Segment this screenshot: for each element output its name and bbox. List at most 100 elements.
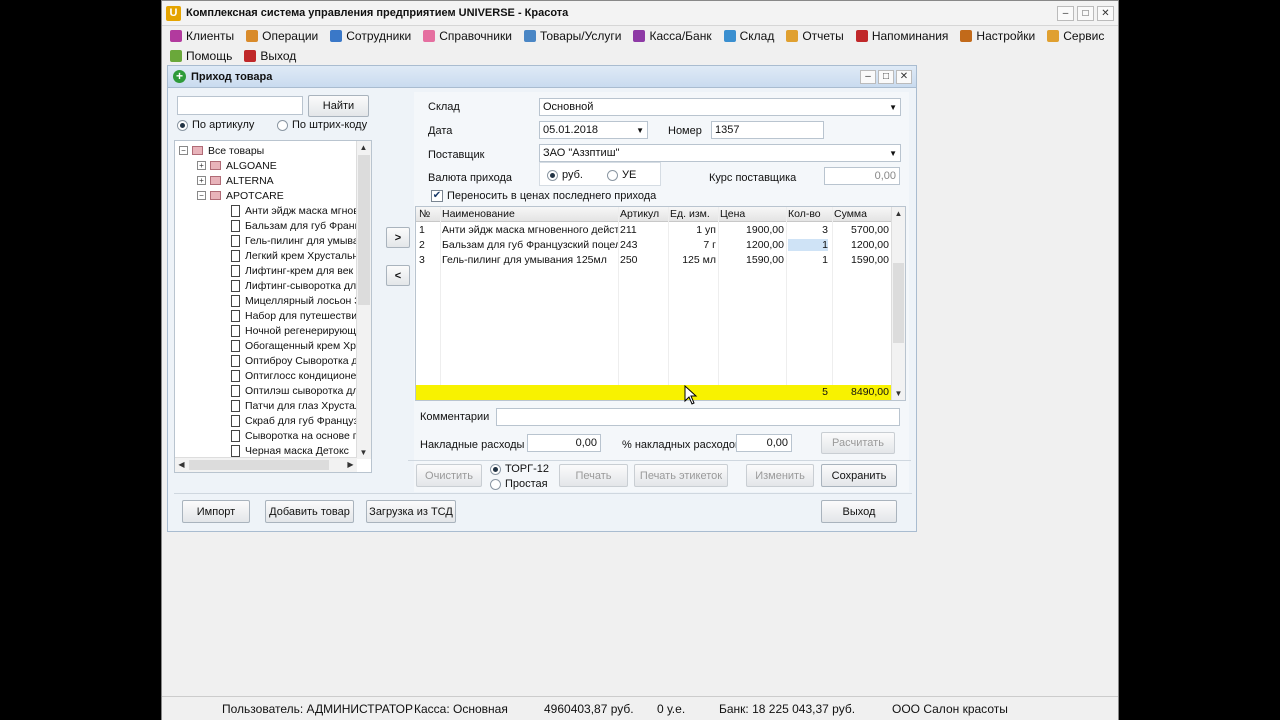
print-button[interactable]: Печать bbox=[559, 464, 628, 487]
tree-item[interactable]: Ночной регенерирующий крем bbox=[231, 323, 357, 338]
column-header[interactable]: Сумма bbox=[834, 208, 867, 220]
find-button[interactable]: Найти bbox=[308, 95, 369, 117]
print-labels-button[interactable]: Печать этикеток bbox=[634, 464, 728, 487]
scroll-thumb[interactable] bbox=[189, 460, 329, 470]
menu-item-8[interactable]: Напоминания bbox=[855, 27, 948, 44]
torg12-radio[interactable]: ТОРГ-12 bbox=[490, 463, 549, 475]
tree-item[interactable]: Сыворотка на основе пептидов bbox=[231, 428, 357, 443]
radio-by-article[interactable]: По артикулу bbox=[177, 119, 254, 131]
tree-item[interactable]: Мицеллярный лосьон 3 в 1 bbox=[231, 293, 357, 308]
collapse-icon[interactable]: − bbox=[179, 146, 188, 155]
column-header[interactable]: № bbox=[419, 208, 430, 220]
column-header[interactable]: Наименование bbox=[442, 208, 515, 220]
radio-by-barcode[interactable]: По штрих-коду bbox=[277, 119, 367, 131]
scroll-up-icon[interactable]: ▲ bbox=[892, 207, 905, 220]
overhead-pct-input[interactable]: 0,00 bbox=[736, 434, 792, 452]
tree-item[interactable]: Оптиброу Сыворотка для бровей bbox=[231, 353, 357, 368]
scroll-left-icon[interactable]: ◀ bbox=[175, 458, 188, 471]
tree-item[interactable]: Черная маска Детокс bbox=[231, 443, 349, 458]
tree-item[interactable]: Набор для путешествий bbox=[231, 308, 357, 323]
collapse-icon[interactable]: − bbox=[197, 191, 206, 200]
minimize-icon[interactable]: – bbox=[1057, 5, 1074, 21]
cell-qty[interactable]: 3 bbox=[788, 224, 828, 236]
expand-icon[interactable]: + bbox=[197, 161, 206, 170]
scroll-down-icon[interactable]: ▼ bbox=[892, 387, 905, 400]
menu-item-5[interactable]: Касса/Банк bbox=[633, 27, 712, 44]
load-tsd-button[interactable]: Загрузка из ТСД bbox=[366, 500, 456, 523]
last-prices-checkbox[interactable]: ✔ bbox=[431, 190, 443, 202]
column-header[interactable]: Ед. изм. bbox=[670, 208, 710, 220]
menu-item-1[interactable]: Операции bbox=[246, 27, 318, 44]
remove-from-receipt-button[interactable]: < bbox=[386, 265, 410, 286]
window-restore-icon[interactable]: □ bbox=[878, 69, 894, 84]
grid-vertical-scrollbar[interactable]: ▲ ▼ bbox=[891, 207, 905, 400]
tree-item[interactable]: Скраб для губ Французский поцелуй bbox=[231, 413, 357, 428]
tree-item[interactable]: Лифтинг-крем для век bbox=[231, 263, 353, 278]
search-input[interactable] bbox=[177, 96, 303, 115]
column-header[interactable]: Кол-во bbox=[788, 208, 821, 220]
menu-item-0[interactable]: Клиенты bbox=[170, 27, 234, 44]
close-icon[interactable]: ✕ bbox=[1097, 5, 1114, 21]
menu-item-2[interactable]: Сотрудники bbox=[330, 27, 411, 44]
tree-horizontal-scrollbar[interactable]: ◀ ▶ bbox=[175, 457, 357, 472]
exit-button[interactable]: Выход bbox=[821, 500, 897, 523]
warehouse-select[interactable]: Основной ▼ bbox=[539, 98, 901, 116]
menu-item-10[interactable]: Сервис bbox=[1047, 27, 1104, 44]
menu-item-6[interactable]: Склад bbox=[723, 27, 774, 44]
tree-item[interactable]: Анти эйдж маска мгновенного действия bbox=[231, 203, 357, 218]
column-header[interactable]: Цена bbox=[720, 208, 745, 220]
window-close-icon[interactable]: ✕ bbox=[896, 69, 912, 84]
cell-qty[interactable]: 1 bbox=[788, 254, 828, 266]
tree-item[interactable]: Гель-пилинг для умывания bbox=[231, 233, 357, 248]
date-picker[interactable]: 05.01.2018 ▼ bbox=[539, 121, 648, 139]
table-row[interactable]: 3 Гель-пилинг для умывания 125мл 250 125 мл… bbox=[416, 253, 893, 268]
menu-item-7[interactable]: Отчеты bbox=[786, 27, 844, 44]
currency-rub-radio[interactable]: руб. bbox=[547, 169, 583, 181]
save-button[interactable]: Сохранить bbox=[821, 464, 897, 487]
expand-icon[interactable]: + bbox=[197, 176, 206, 185]
tree-item[interactable]: Легкий крем Хрустальная свежесть bbox=[231, 248, 357, 263]
number-input[interactable]: 1357 bbox=[711, 121, 824, 139]
tree-group[interactable]: + ALTERNA bbox=[197, 173, 274, 188]
change-button[interactable]: Изменить bbox=[746, 464, 814, 487]
scroll-right-icon[interactable]: ▶ bbox=[344, 458, 357, 471]
supplier-rate-input[interactable]: 0,00 bbox=[824, 167, 900, 185]
add-product-button[interactable]: Добавить товар bbox=[265, 500, 354, 523]
supplier-select[interactable]: ЗАО "Аззптиш" ▼ bbox=[539, 144, 901, 162]
table-row[interactable]: 1 Анти эйдж маска мгновенного действия 211… bbox=[416, 223, 893, 238]
comment-input[interactable] bbox=[496, 408, 900, 426]
import-button[interactable]: Импорт bbox=[182, 500, 250, 523]
tree-group[interactable]: + ALGOANE bbox=[197, 158, 277, 173]
product-tree[interactable]: − Все товары + ALGOANE + ALTERNA − APOTCARE Анти… bbox=[174, 140, 372, 473]
scroll-thumb[interactable] bbox=[358, 155, 370, 305]
menu-item-4[interactable]: Товары/Услуги bbox=[523, 27, 621, 44]
column-header[interactable]: Артикул bbox=[620, 208, 659, 220]
tree-item[interactable]: Оптиглосс кондиционер для губ bbox=[231, 368, 357, 383]
scroll-thumb[interactable] bbox=[893, 263, 904, 343]
window-minimize-icon[interactable]: – bbox=[860, 69, 876, 84]
calculate-button[interactable]: Расчитать bbox=[821, 432, 895, 454]
menu-item-11[interactable]: Помощь bbox=[170, 47, 232, 64]
overhead-input[interactable]: 0,00 bbox=[527, 434, 601, 452]
tree-item[interactable]: Бальзам для губ Французский поцелуй bbox=[231, 218, 357, 233]
clear-button[interactable]: Очистить bbox=[416, 464, 482, 487]
table-row[interactable]: 2 Бальзам для губ Французский поцелуй 243 7… bbox=[416, 238, 893, 253]
tree-item[interactable]: Лифтинг-сыворотка для лица bbox=[231, 278, 357, 293]
add-to-receipt-button[interactable]: > bbox=[386, 227, 410, 248]
menu-item-3[interactable]: Справочники bbox=[423, 27, 512, 44]
tree-root[interactable]: − Все товары bbox=[179, 143, 264, 158]
receipt-items-grid[interactable]: № Наименование Артикул Ед. изм. Цена Кол-во Су… bbox=[415, 206, 906, 401]
scroll-down-icon[interactable]: ▼ bbox=[357, 446, 370, 459]
tree-group[interactable]: − APOTCARE bbox=[197, 188, 284, 203]
tree-item[interactable]: Патчи для глаз Хрустальная свежесть bbox=[231, 398, 357, 413]
currency-ue-radio[interactable]: УЕ bbox=[607, 169, 636, 181]
maximize-icon[interactable]: □ bbox=[1077, 5, 1094, 21]
scroll-up-icon[interactable]: ▲ bbox=[357, 141, 370, 154]
menu-item-12[interactable]: Выход bbox=[244, 47, 296, 64]
tree-item[interactable]: Обогащенный крем Хрустальная свежесть bbox=[231, 338, 357, 353]
tree-vertical-scrollbar[interactable]: ▲ ▼ bbox=[356, 141, 371, 459]
simple-radio[interactable]: Простая bbox=[490, 478, 548, 490]
menu-item-9[interactable]: Настройки bbox=[960, 27, 1035, 44]
tree-item[interactable]: Оптилэш сыворотка для ресниц bbox=[231, 383, 357, 398]
cell-qty[interactable]: 1 bbox=[788, 239, 828, 251]
